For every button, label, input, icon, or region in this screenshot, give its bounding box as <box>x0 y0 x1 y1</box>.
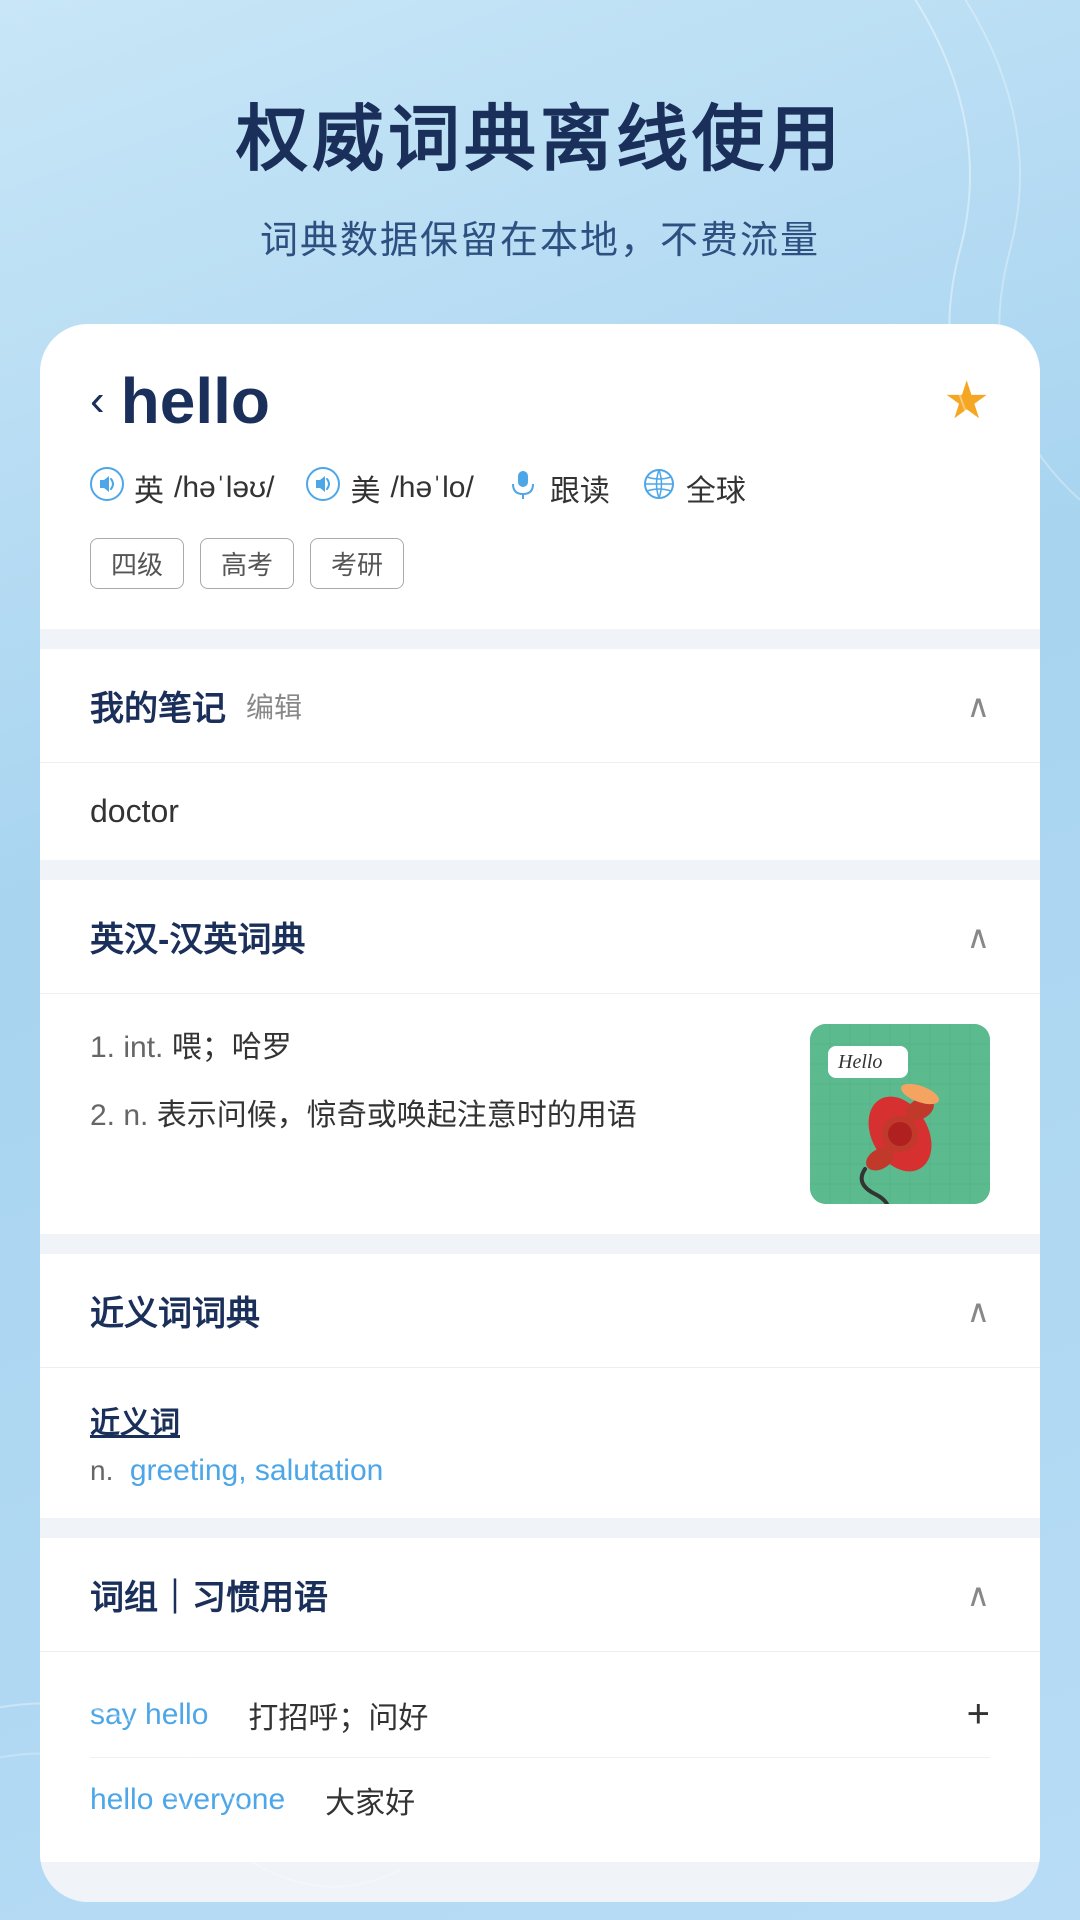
hero-subtitle: 词典数据保留在本地，不费流量 <box>0 209 1080 264</box>
phrases-section: 词组｜习惯用语 ∧ say hello 打招呼；问好 + hello every… <box>40 1538 1040 1862</box>
globe-icon <box>642 467 676 510</box>
notes-section-title: 我的笔记 <box>90 681 226 730</box>
american-ipa: /həˈlo/ <box>390 471 473 505</box>
american-speaker-icon[interactable] <box>306 467 340 510</box>
definition-item-1: 1. int. 喂；哈罗 <box>90 1024 780 1072</box>
favorite-star-button[interactable]: ★ <box>943 371 990 431</box>
synonyms-collapse-button[interactable]: ∧ <box>967 1292 990 1330</box>
phrases-section-header: 词组｜习惯用语 ∧ <box>40 1538 1040 1652</box>
word-header: ‹ hello ★ 英 /həˈləʊ/ <box>40 324 1040 629</box>
back-button[interactable]: ‹ <box>90 376 105 426</box>
microphone-icon <box>506 467 540 510</box>
phrase-item-hello-everyone: hello everyone 大家好 <box>90 1758 990 1842</box>
phrases-collapse-button[interactable]: ∧ <box>967 1576 990 1614</box>
british-phonetic[interactable]: 英 /həˈləʊ/ <box>90 466 274 510</box>
phrases-content: say hello 打招呼；问好 + hello everyone 大家好 <box>40 1652 1040 1862</box>
notes-text: doctor <box>40 763 1040 860</box>
phrase-word-hello-everyone[interactable]: hello everyone <box>90 1783 285 1817</box>
exam-tags: 四级 高考 考研 <box>90 538 990 589</box>
definitions-content: 1. int. 喂；哈罗 2. n. 表示问候，惊奇或唤起注意时的用语 <box>40 994 1040 1234</box>
global-label: 全球 <box>686 466 746 510</box>
definition-item-2: 2. n. 表示问候，惊奇或唤起注意时的用语 <box>90 1092 780 1140</box>
dictionary-section-title: 英汉-汉英词典 <box>90 912 305 961</box>
phrase-word-say-hello[interactable]: say hello <box>90 1698 208 1732</box>
british-speaker-icon[interactable] <box>90 467 124 510</box>
phrase-item-say-hello: say hello 打招呼；问好 + <box>90 1672 990 1758</box>
notes-edit-button[interactable]: 编辑 <box>246 686 302 726</box>
british-ipa: /həˈləʊ/ <box>174 471 274 505</box>
def-num-1: 1. int. <box>90 1031 172 1064</box>
phrase-meaning-hello-everyone: 大家好 <box>325 1778 415 1822</box>
follow-read-label: 跟读 <box>550 466 610 510</box>
american-phonetic[interactable]: 美 /həˈlo/ <box>306 466 473 510</box>
dictionary-card: ‹ hello ★ 英 /həˈləʊ/ <box>40 324 1040 1902</box>
american-lang-label: 美 <box>350 466 380 510</box>
notes-section-header: 我的笔记 编辑 ∧ <box>40 649 1040 763</box>
synonym-label: 近义词 <box>90 1398 990 1442</box>
phrase-add-button[interactable]: + <box>967 1692 990 1737</box>
synonyms-section-title: 近义词词典 <box>90 1286 260 1335</box>
headword: hello <box>121 364 270 438</box>
dictionary-image: Hello <box>810 1024 990 1204</box>
tag-cet4: 四级 <box>90 538 184 589</box>
hero-title: 权威词典离线使用 <box>0 80 1080 185</box>
def-num-2: 2. n. <box>90 1099 157 1132</box>
synonym-words[interactable]: greeting, salutation <box>130 1454 384 1487</box>
dictionary-section: 英汉-汉英词典 ∧ 1. int. 喂；哈罗 2. n. 表示问候，惊奇或唤起注… <box>40 880 1040 1234</box>
synonyms-section: 近义词词典 ∧ 近义词 n. greeting, salutation <box>40 1254 1040 1518</box>
global-button[interactable]: 全球 <box>642 466 746 510</box>
synonyms-section-header: 近义词词典 ∧ <box>40 1254 1040 1368</box>
dictionary-collapse-button[interactable]: ∧ <box>967 918 990 956</box>
follow-read-button[interactable]: 跟读 <box>506 466 610 510</box>
notes-collapse-button[interactable]: ∧ <box>967 687 990 725</box>
tag-kaoyan: 考研 <box>310 538 404 589</box>
phrases-section-title: 词组｜习惯用语 <box>90 1570 328 1619</box>
tag-gaokao: 高考 <box>200 538 294 589</box>
dictionary-section-header: 英汉-汉英词典 ∧ <box>40 880 1040 994</box>
synonyms-content: 近义词 n. greeting, salutation <box>40 1368 1040 1518</box>
definitions-list: 1. int. 喂；哈罗 2. n. 表示问候，惊奇或唤起注意时的用语 <box>90 1024 780 1160</box>
my-notes-section: 我的笔记 编辑 ∧ doctor <box>40 649 1040 860</box>
synonym-pos: n. <box>90 1455 113 1486</box>
phrase-meaning-say-hello: 打招呼；问好 <box>248 1693 428 1737</box>
phonetics-row: 英 /həˈləʊ/ 美 /həˈlo/ <box>90 466 990 510</box>
svg-text:Hello: Hello <box>837 1051 882 1073</box>
british-lang-label: 英 <box>134 466 164 510</box>
